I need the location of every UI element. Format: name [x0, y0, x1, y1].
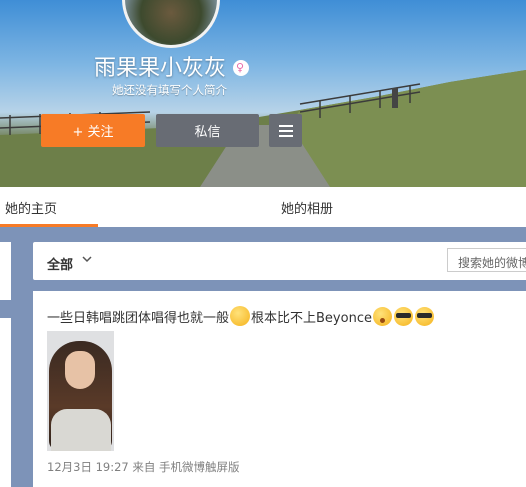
feed-filter-bar: 全部 搜索她的微博 [33, 242, 526, 280]
menu-button[interactable] [269, 114, 302, 147]
follow-button[interactable]: + 关注 [41, 114, 145, 147]
female-gender-icon: ♀ [233, 60, 249, 76]
cover-landscape [0, 70, 526, 187]
active-tab-indicator [0, 224, 98, 227]
feed-post: 一些日韩唱跳团体唱得也就一般 根本比不上Beyonce 12月3日 19:27 … [33, 291, 526, 487]
post-text-part2: 根本比不上Beyonce [251, 310, 372, 326]
post-meta: 12月3日 19:27 来自 手机微博触屏版 [47, 459, 240, 475]
search-placeholder: 搜索她的微博 [458, 256, 526, 270]
post-time[interactable]: 12月3日 19:27 [47, 460, 129, 474]
sweat-emoji-icon [230, 306, 251, 326]
hamburger-icon [278, 124, 293, 137]
photo-coat [51, 409, 111, 451]
side-card [0, 242, 11, 300]
tab-home[interactable]: 她的主页 [5, 198, 57, 217]
profile-username: 雨果果小灰灰 [94, 56, 227, 81]
post-source: 来自 手机微博触屏版 [132, 460, 240, 474]
post-text-part1: 一些日韩唱跳团体唱得也就一般 [47, 310, 230, 326]
search-input[interactable]: 搜索她的微博 [447, 248, 526, 272]
tab-album[interactable]: 她的相册 [281, 198, 333, 217]
cool-emoji-icon [393, 306, 413, 326]
photo-face [65, 351, 95, 389]
chevron-down-icon[interactable] [81, 253, 93, 265]
side-card [0, 318, 11, 487]
message-button[interactable]: 私信 [156, 114, 259, 147]
post-text: 一些日韩唱跳团体唱得也就一般 根本比不上Beyonce [47, 306, 435, 326]
profile-bio: 她还没有填写个人简介 [112, 83, 227, 97]
post-photo[interactable] [47, 331, 114, 451]
feed-filter-dropdown[interactable]: 全部 [47, 254, 73, 273]
gender-symbol: ♀ [236, 61, 245, 74]
surprised-emoji-icon [372, 306, 392, 326]
cool-emoji-icon [414, 306, 434, 326]
profile-cover: 雨果果小灰灰 ♀ 她还没有填写个人简介 + 关注 私信 [0, 0, 526, 187]
profile-tabs: 她的主页 她的相册 [0, 187, 526, 227]
